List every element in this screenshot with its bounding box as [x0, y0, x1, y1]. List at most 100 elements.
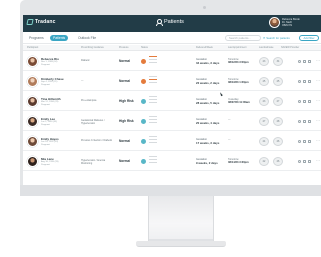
table-row[interactable]: Kimberly Chase Sep 4, 1992 (31) Pregnant --…	[23, 72, 321, 91]
user-menu[interactable]: Rebecca Brook Dr. Nazh OB/GYN	[269, 17, 300, 28]
brand-logo[interactable]: Tradanc	[26, 19, 56, 25]
calendar-icon[interactable]	[308, 160, 311, 163]
estimate-pill: 22	[259, 157, 269, 166]
column-header[interactable]: Delivered/Week	[196, 46, 213, 50]
search-patients-button[interactable]: ⌕ Search for patients	[263, 35, 290, 41]
user-specialty: OB/GYN	[282, 24, 293, 27]
more-options-icon[interactable]: ⋯	[316, 118, 320, 123]
row-actions	[298, 80, 311, 83]
trend-chart	[149, 56, 157, 65]
risk-indicator	[141, 119, 146, 124]
tab-patients[interactable]: Patients	[50, 35, 69, 41]
risk-indicator	[141, 139, 146, 144]
row-actions	[298, 140, 311, 143]
search-input[interactable]: Search patients...	[225, 35, 261, 41]
gestation-value: 9 weeks, 2 days	[196, 161, 218, 165]
table-row[interactable]: Mia Lane Aug 30, 1995 (28) Pregnant Hyperte…	[23, 152, 321, 171]
table-header: Participant Prescribing Guidance Pressur…	[23, 45, 321, 51]
more-options-icon[interactable]: ⋯	[316, 98, 320, 103]
view-icon[interactable]	[298, 80, 301, 83]
avatar	[27, 116, 38, 127]
more-options-icon[interactable]: ⋯	[316, 138, 320, 143]
view-icon[interactable]	[298, 120, 301, 123]
status-badge: Normal	[119, 59, 130, 63]
trend-bar	[149, 102, 157, 103]
calendar-icon[interactable]	[308, 120, 311, 123]
calendar-icon[interactable]	[308, 140, 311, 143]
gestation-value: 22 weeks, 2 days	[196, 81, 220, 85]
search-icon: ⌕	[263, 35, 266, 40]
monitor-stand	[148, 196, 214, 242]
appointment-label: ---	[228, 118, 231, 121]
message-icon[interactable]	[303, 60, 306, 63]
trend-bar	[149, 62, 157, 63]
more-options-icon[interactable]: ⋯	[316, 158, 320, 163]
message-icon[interactable]	[303, 160, 306, 163]
row-actions	[298, 160, 311, 163]
table-row[interactable]: Emily Lee Jun 2, 1990 (33) Pregnant Gestati…	[23, 112, 321, 131]
message-icon[interactable]	[303, 100, 306, 103]
patient-condition: Pregnant	[41, 84, 50, 86]
message-icon[interactable]	[303, 120, 306, 123]
row-actions	[298, 100, 311, 103]
table-row[interactable]: Tina Hillsmith Mar 12, 1994 (29) Pregnant P…	[23, 92, 321, 111]
column-header[interactable]: Status	[141, 46, 148, 50]
prescribing-guidance: Pre-eclampsia	[81, 99, 97, 102]
calendar-icon[interactable]	[308, 60, 311, 63]
estimate-pill: 23	[259, 57, 269, 66]
trend-bar	[149, 76, 157, 77]
column-header[interactable]: Pressure	[119, 46, 129, 50]
trend-chart	[149, 76, 157, 85]
status-badge: High Risk	[119, 119, 134, 123]
patients-icon	[156, 19, 163, 26]
gestation-value: 17 weeks, 3 days	[196, 141, 220, 145]
risk-indicator	[141, 159, 146, 164]
prescribing-guidance: Hypertension / Anemia Monitoring	[81, 159, 106, 165]
more-options-icon[interactable]: ⋯	[316, 78, 320, 83]
message-icon[interactable]	[303, 80, 306, 83]
view-icon[interactable]	[298, 100, 301, 103]
page-title-text: Patients	[164, 19, 184, 25]
trend-bar	[149, 59, 157, 60]
table-row[interactable]: Emily Hayes Jan 18, 1991 (32) Pregnant Prev…	[23, 132, 321, 151]
appointment-date: 08/12/23 3:00pm	[228, 61, 249, 64]
more-options-icon[interactable]: ⋯	[316, 58, 320, 63]
add-filter-button[interactable]: Add filter	[299, 35, 319, 41]
avatar	[27, 136, 38, 147]
monitor-base	[136, 241, 226, 247]
calendar-icon[interactable]	[308, 100, 311, 103]
calendar-icon[interactable]	[308, 80, 311, 83]
view-icon[interactable]	[298, 140, 301, 143]
patient-condition: Pregnant	[41, 164, 50, 166]
patient-dob: Mar 12, 1994 (29)	[41, 101, 59, 103]
trend-chart	[149, 116, 157, 125]
patient-dob: Aug 30, 1995 (28)	[41, 161, 59, 163]
view-icon[interactable]	[298, 60, 301, 63]
trend-bar	[149, 116, 157, 117]
toolbar: Programs Patients Outlook File Search pa…	[23, 32, 321, 44]
user-info: Rebecca Brook Dr. Nazh OB/GYN	[282, 18, 300, 27]
message-icon[interactable]	[303, 140, 306, 143]
risk-indicator	[141, 79, 146, 84]
top-navigation-bar: Tradanc Patients Rebecca Brook Dr. Nazh …	[23, 15, 321, 32]
table-row[interactable]: Rebecca Rio Nov 1, 1989 (34) Pregnant Diabe…	[23, 52, 321, 71]
gestation-value: 28 weeks, 5 days	[196, 101, 220, 105]
tab-programs[interactable]: Programs	[26, 35, 47, 41]
avatar	[27, 76, 38, 87]
column-header[interactable]: Prescribing Guidance	[81, 46, 104, 50]
patient-condition: Pregnant	[41, 124, 50, 126]
column-header[interactable]: Participant	[27, 46, 38, 50]
view-icon[interactable]	[298, 160, 301, 163]
estimate-pill: 27	[259, 117, 269, 126]
column-header[interactable]: NAVEW Provider	[281, 46, 299, 50]
trend-chart	[149, 96, 157, 105]
tab-outlook-file[interactable]: Outlook File	[75, 35, 99, 41]
column-header[interactable]: Last Estimate	[259, 46, 273, 50]
column-header[interactable]: Last Appointment	[228, 46, 246, 50]
app-screen: Tradanc Patients Rebecca Brook Dr. Nazh …	[23, 15, 321, 185]
appointment-label: ---	[228, 138, 231, 141]
appointment-date: 08/07/23 11:00am	[228, 101, 250, 104]
imac-mockup: Tradanc Patients Rebecca Brook Dr. Nazh …	[0, 0, 321, 257]
row-actions	[298, 60, 311, 63]
status-badge: Normal	[119, 79, 130, 83]
